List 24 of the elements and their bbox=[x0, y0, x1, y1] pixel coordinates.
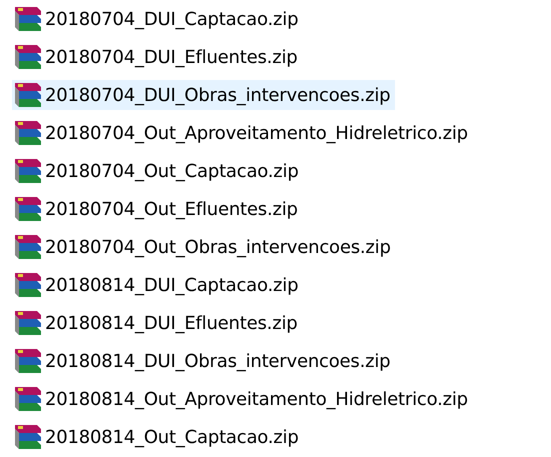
archive-icon bbox=[13, 271, 43, 299]
archive-icon bbox=[13, 195, 43, 223]
archive-icon bbox=[13, 385, 43, 413]
archive-icon bbox=[13, 119, 43, 147]
file-item[interactable]: 20180814_DUI_Obras_intervencoes.zip bbox=[12, 346, 396, 376]
archive-icon bbox=[13, 309, 43, 337]
file-item[interactable]: 20180704_Out_Aproveitamento_Hidreletrico.zip bbox=[12, 118, 473, 148]
archive-icon bbox=[13, 5, 43, 33]
file-item[interactable]: 20180814_Out_Aproveitamento_Hidreletrico.zip bbox=[12, 384, 473, 414]
archive-icon bbox=[13, 157, 43, 185]
archive-icon bbox=[13, 81, 43, 109]
archive-icon bbox=[13, 347, 43, 375]
archive-icon bbox=[13, 43, 43, 71]
file-item[interactable]: 20180704_DUI_Obras_intervencoes.zip bbox=[12, 80, 396, 110]
file-item[interactable]: 20180704_Out_Captacao.zip bbox=[12, 156, 304, 186]
file-item[interactable]: 20180814_DUI_Captacao.zip bbox=[12, 270, 304, 300]
file-item[interactable]: 20180814_DUI_Efluentes.zip bbox=[12, 308, 302, 338]
archive-icon bbox=[13, 423, 43, 451]
file-item[interactable]: 20180704_Out_Obras_intervencoes.zip bbox=[12, 232, 396, 262]
archive-icon bbox=[13, 233, 43, 261]
file-item[interactable]: 20180814_Out_Captacao.zip bbox=[12, 422, 304, 452]
file-item[interactable]: 20180704_DUI_Captacao.zip bbox=[12, 4, 304, 34]
file-item[interactable]: 20180704_DUI_Efluentes.zip bbox=[12, 42, 302, 72]
file-item[interactable]: 20180704_Out_Efluentes.zip bbox=[12, 194, 303, 224]
